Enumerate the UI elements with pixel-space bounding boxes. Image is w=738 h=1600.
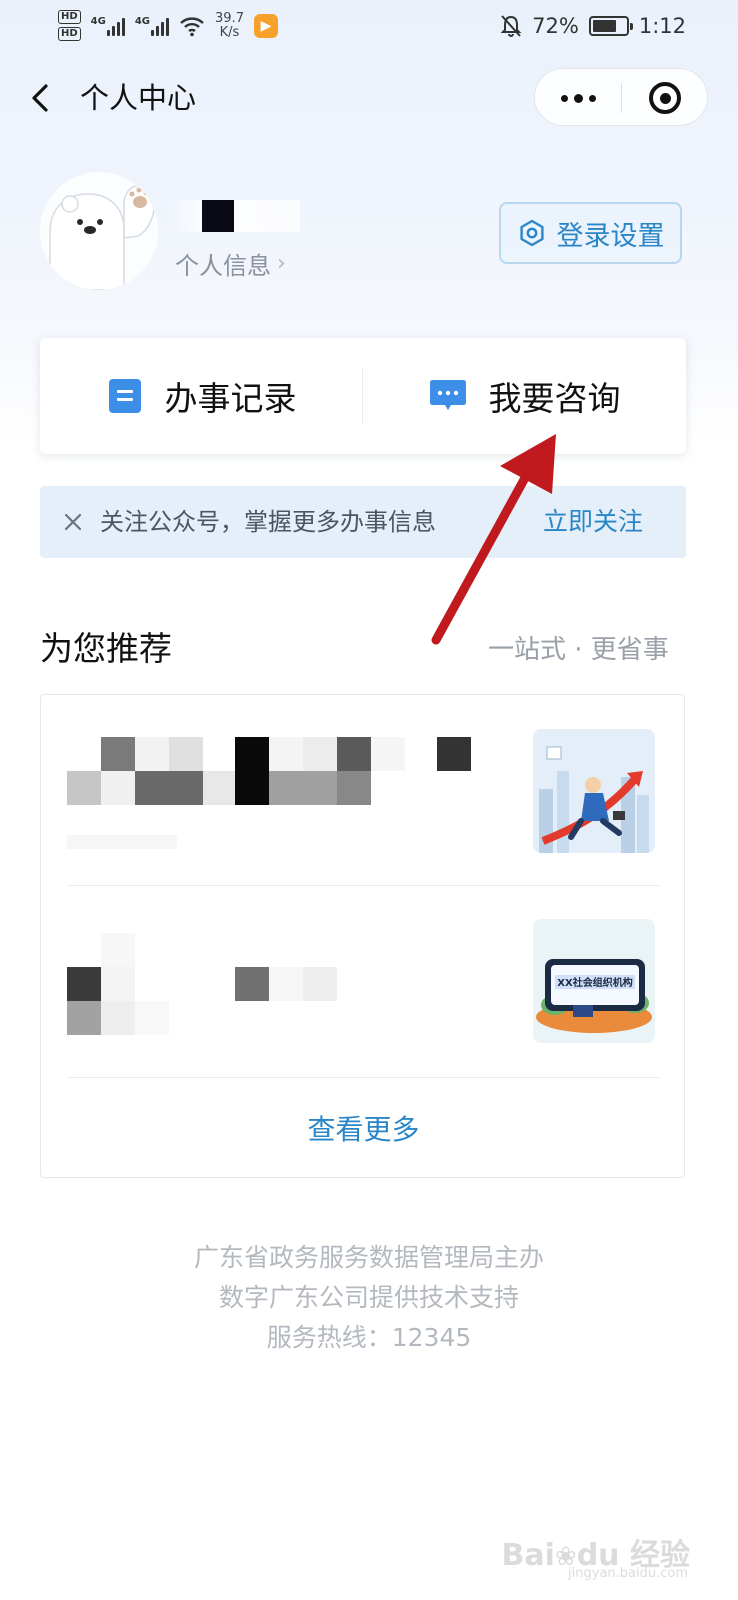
item-divider	[67, 1077, 659, 1078]
personal-info-label: 个人信息	[175, 252, 271, 280]
network-speed: 39.7 K/s	[215, 10, 244, 40]
redacted-text	[67, 927, 367, 1037]
consult-label: 我要咨询	[488, 379, 621, 418]
follow-banner: 关注公众号，掌握更多办事信息 立即关注	[40, 486, 686, 558]
clock: 1:12	[638, 14, 686, 38]
status-right: 72% 1:12	[500, 14, 686, 38]
speed-unit: K/s	[219, 24, 240, 40]
redacted-text	[67, 737, 477, 857]
chevron-left-icon	[32, 84, 48, 112]
chevron-right-icon: ›	[277, 251, 286, 276]
hd-indicators: HD HD	[58, 10, 81, 41]
recommend-subtitle: 一站式 · 更省事	[488, 635, 669, 665]
item-divider	[67, 885, 659, 886]
consult-button[interactable]: 我要咨询	[363, 338, 686, 454]
footer-hotline: 服务热线：12345	[266, 1323, 472, 1352]
target-icon	[649, 82, 681, 114]
records-label: 办事记录	[164, 379, 297, 418]
network-type: 4G	[134, 15, 151, 27]
recommend-thumbnail	[533, 729, 655, 853]
status-bar: HD HD 4G 4G 39.7 K/s ▶ 72% 1:12	[0, 0, 738, 58]
footer-organizer: 广东省政务服务数据管理局主办	[193, 1243, 544, 1272]
username-redacted	[170, 198, 300, 234]
document-icon	[108, 379, 141, 413]
avatar[interactable]	[40, 172, 158, 290]
network-type: 4G	[90, 15, 106, 27]
wifi-icon	[180, 16, 204, 36]
baidu-jingyan-watermark: Bai❀du 经验 jingyan.baidu.com	[501, 1530, 691, 1581]
bear-avatar-icon	[40, 172, 158, 290]
page-title: 个人中心	[80, 81, 197, 115]
recommend-title: 为您推荐	[40, 629, 172, 668]
battery-icon	[588, 16, 633, 36]
signal-icon: 4G	[91, 16, 125, 36]
recommend-item[interactable]: XX社会组织机构	[41, 887, 686, 1077]
status-left: HD HD 4G 4G 39.7 K/s ▶	[58, 10, 278, 41]
dot	[588, 94, 596, 102]
watermark-text: Bai	[501, 1538, 555, 1573]
signal-icon: 4G	[134, 15, 170, 36]
miniprogram-capsule	[534, 68, 708, 126]
hd-icon: HD	[58, 27, 81, 41]
recommend-item[interactable]	[41, 695, 686, 885]
more-menu-button[interactable]	[535, 69, 621, 127]
back-button[interactable]	[24, 78, 60, 118]
hd-icon: HD	[58, 10, 81, 24]
login-settings-label: 登录设置	[556, 220, 665, 252]
login-settings-button[interactable]: 登录设置	[499, 202, 682, 264]
thumbnail-caption: XX社会组织机构	[557, 978, 633, 989]
dot	[573, 93, 583, 103]
chat-bubble-icon	[429, 380, 466, 410]
follow-now-link[interactable]: 立即关注	[543, 486, 643, 558]
speed-value: 39.7	[215, 10, 244, 26]
video-app-icon: ▶	[253, 13, 278, 38]
footer-tech-support: 数字广东公司提供技术支持	[218, 1283, 519, 1312]
watermark-sub: jingyan.baidu.com	[568, 1566, 688, 1581]
footer: 广东省政务服务数据管理局主办 数字广东公司提供技术支持 服务热线：12345	[0, 1238, 738, 1358]
close-miniprogram-button[interactable]	[622, 69, 708, 127]
records-button[interactable]: 办事记录	[40, 338, 363, 454]
recommend-card: XX社会组织机构 查看更多	[40, 694, 685, 1178]
banner-text: 关注公众号，掌握更多办事信息	[100, 508, 436, 536]
close-icon	[64, 513, 82, 531]
actions-card: 办事记录 我要咨询	[40, 338, 686, 454]
battery-fill	[592, 20, 616, 32]
bell-muted-icon	[500, 15, 522, 37]
hexagon-settings-icon	[519, 219, 544, 247]
battery-percent: 72%	[532, 14, 579, 38]
personal-info-link[interactable]: 个人信息 ›	[175, 246, 286, 281]
view-more-button[interactable]: 查看更多	[41, 1095, 686, 1165]
dot	[560, 94, 568, 102]
banner-close-button[interactable]	[56, 504, 90, 540]
business-growth-illustration	[533, 729, 655, 853]
